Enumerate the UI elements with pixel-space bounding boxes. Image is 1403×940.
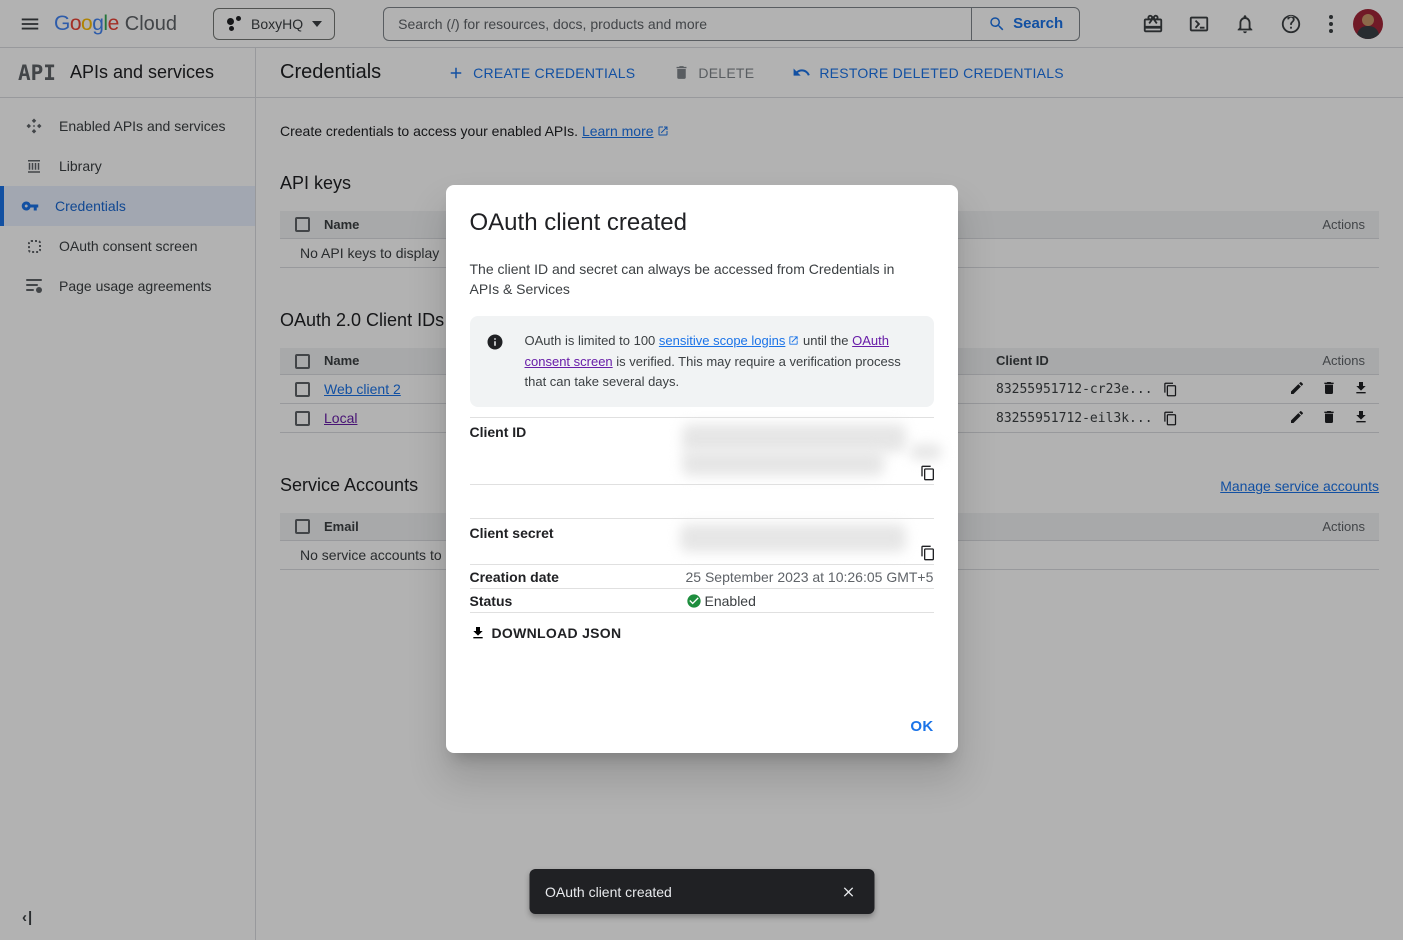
copy-client-secret-icon[interactable] — [920, 545, 936, 561]
dialog-subtitle: The client ID and secret can always be a… — [470, 259, 922, 299]
client-id-value-redacted — [686, 418, 934, 484]
toast-message: OAuth client created — [545, 884, 672, 900]
client-id-row: Client ID — [470, 417, 934, 485]
google-cloud-console: Google Cloud BoxyHQ Search — [0, 0, 1403, 940]
client-secret-value-redacted — [686, 519, 934, 564]
client-secret-row: Client secret — [470, 518, 934, 565]
dialog-title: OAuth client created — [470, 209, 934, 237]
status-value: Enabled — [705, 593, 756, 609]
oauth-limit-notice: OAuth is limited to 100 sensitive scope … — [470, 316, 934, 407]
check-circle-icon — [686, 593, 702, 609]
copy-client-id-icon[interactable] — [920, 465, 936, 481]
oauth-client-created-dialog: OAuth client created The client ID and s… — [446, 185, 958, 753]
dialog-fields: Client ID Client secret Creation date 2 — [470, 417, 934, 613]
notice-text: OAuth is limited to 100 sensitive scope … — [525, 331, 907, 392]
external-link-icon — [788, 332, 799, 352]
creation-date-label: Creation date — [470, 569, 686, 585]
ok-button[interactable]: OK — [910, 718, 933, 735]
creation-date-value: 25 September 2023 at 10:26:05 GMT+5 — [686, 569, 934, 585]
status-row: Status Enabled — [470, 589, 934, 613]
download-json-button[interactable]: DOWNLOAD JSON — [470, 625, 622, 641]
download-icon — [470, 625, 486, 641]
close-icon[interactable] — [832, 876, 864, 908]
info-icon — [486, 333, 504, 351]
sensitive-scope-logins-link[interactable]: sensitive scope logins — [659, 333, 799, 348]
creation-date-row: Creation date 25 September 2023 at 10:26… — [470, 565, 934, 589]
status-label: Status — [470, 593, 686, 609]
client-id-label: Client ID — [470, 418, 686, 484]
toast-snackbar: OAuth client created — [529, 869, 874, 914]
client-secret-label: Client secret — [470, 519, 686, 564]
